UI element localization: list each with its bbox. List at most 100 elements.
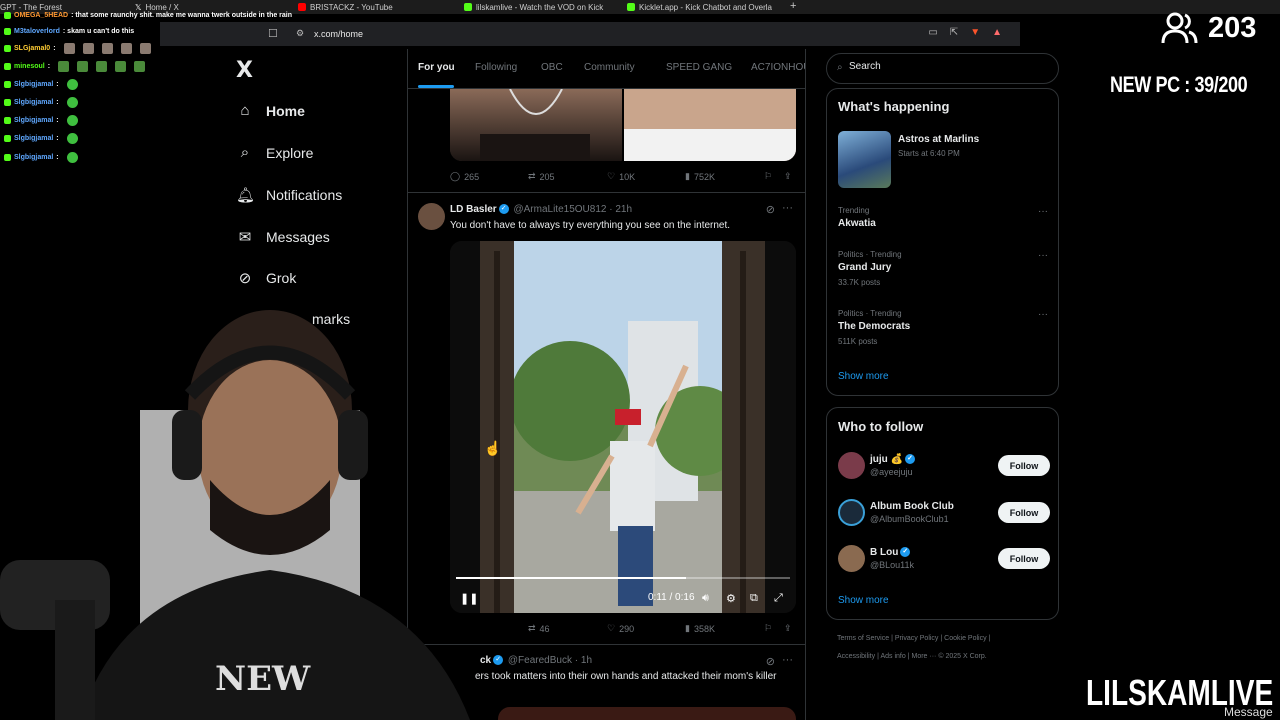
brave-shields-icon[interactable]: ▼ — [970, 27, 980, 38]
chat-username[interactable]: Slgbigjamal — [14, 117, 53, 124]
chat-message: OMEGA_5HEAD: that some raunchy shit. mak… — [4, 12, 292, 19]
avatar[interactable] — [838, 545, 865, 572]
reply-button[interactable]: ◯ 265 — [450, 171, 479, 182]
browser-tab-kick-vod[interactable]: lilskamlive - Watch the VOD on Kick — [464, 1, 614, 13]
fullscreen-icon[interactable]: ⤢ — [774, 592, 783, 605]
tab-speed-gang[interactable]: SPEED GANG — [666, 62, 732, 73]
chat-username[interactable]: Slgbigjamal — [14, 135, 53, 142]
follow-button[interactable]: Follow — [998, 502, 1050, 523]
ads-info-link[interactable]: Ads info — [880, 653, 905, 660]
video-progress-bar[interactable] — [456, 577, 790, 579]
share-icon[interactable]: ⇱ — [950, 27, 958, 38]
tab-following[interactable]: Following — [475, 62, 517, 73]
panel-title: Who to follow — [838, 419, 924, 434]
chat-badge-icon — [4, 117, 11, 124]
settings-icon[interactable]: ⚙ — [726, 592, 736, 605]
cookie-link[interactable]: Cookie Policy — [944, 635, 986, 642]
follow-suggestion[interactable]: juju 💰 ✓ @ayeejuju Follow — [838, 450, 1050, 482]
grok-analyze-icon[interactable]: ⊘ — [766, 655, 775, 668]
chat-text: : — [47, 63, 51, 70]
avatar[interactable] — [418, 203, 445, 230]
trend-item[interactable]: Trending Akwatia ··· — [838, 206, 1048, 229]
privacy-link[interactable]: Privacy Policy — [895, 635, 939, 642]
cast-icon[interactable]: ▭ — [928, 27, 937, 38]
chat-username[interactable]: Slgbigjamal — [14, 81, 53, 88]
show-more-link[interactable]: Show more — [838, 595, 889, 606]
tab-for-you[interactable]: For you — [418, 62, 455, 73]
chat-username[interactable]: Slgbigjamal — [14, 154, 53, 161]
chat-username[interactable]: SLGjamal0 — [14, 45, 50, 52]
volume-icon[interactable]: 🔊︎ — [702, 592, 709, 605]
follow-button[interactable]: Follow — [998, 548, 1050, 569]
author-handle[interactable]: @FearedBuck — [508, 655, 572, 666]
event-image[interactable] — [838, 131, 891, 188]
author-handle[interactable]: @ArmaLite15OU812 — [513, 204, 606, 215]
nav-messages[interactable]: ✉ Messages — [236, 228, 330, 246]
repost-button[interactable]: ⇄ 46 — [528, 623, 550, 634]
follow-button[interactable]: Follow — [998, 455, 1050, 476]
author-name[interactable]: LD Basler — [450, 204, 497, 215]
event-title[interactable]: Astros at Marlins — [898, 134, 979, 145]
tweet-media[interactable] — [498, 707, 796, 720]
bookmark-icon: ⚐ — [764, 623, 773, 633]
follow-suggestion[interactable]: Album Book Club @AlbumBookClub1 Follow — [838, 497, 1050, 529]
chat-username[interactable]: Slgbigjamal — [14, 99, 53, 106]
dot-separator: · — [574, 655, 579, 666]
bookmark-button[interactable]: ⚐ — [764, 623, 772, 634]
pip-icon[interactable]: ⧉ — [750, 592, 758, 605]
tweet-time[interactable]: 21h — [615, 204, 632, 215]
views-button[interactable]: ▮ 358K — [685, 623, 715, 634]
tab-ac7ionhou[interactable]: AC7IONHOU — [751, 62, 805, 73]
trend-item[interactable]: Politics · Trending Grand Jury 33.7K pos… — [838, 250, 1048, 287]
chat-username[interactable]: minesoul — [14, 63, 45, 70]
tweet-time[interactable]: 1h — [581, 655, 592, 666]
chat-badge-icon — [4, 63, 11, 70]
nav-grok[interactable]: ⊘ Grok — [236, 269, 297, 287]
bookmark-button[interactable]: ⚐ — [764, 171, 772, 182]
view-count: 358K — [693, 623, 715, 634]
chat-username[interactable]: OMEGA_5HEAD — [14, 12, 68, 19]
more-options-icon[interactable]: ··· — [1038, 250, 1048, 261]
tab-label: Kicklet.app - Kick Chatbot and Overla — [639, 2, 772, 12]
terms-link[interactable]: Terms of Service — [837, 635, 889, 642]
more-options-icon[interactable]: ··· — [1038, 206, 1048, 217]
rewards-icon[interactable]: ▲ — [992, 27, 1002, 38]
nav-notifications[interactable]: 🔔︎ Notifications — [236, 186, 342, 204]
tweet-media[interactable] — [450, 89, 796, 161]
tab-community[interactable]: Community — [584, 62, 635, 73]
like-button[interactable]: ♡ 290 — [607, 623, 634, 634]
author-name[interactable]: ck — [480, 655, 491, 666]
search-input[interactable] — [849, 61, 1049, 72]
grok-analyze-icon[interactable]: ⊘ — [766, 203, 775, 216]
more-link[interactable]: More ··· — [912, 653, 937, 660]
repost-icon: ⇄ — [528, 171, 536, 181]
new-tab-button[interactable]: + — [790, 0, 796, 12]
footer-links: Accessibility | Ads info | More ··· © 20… — [837, 653, 1057, 660]
repost-count: 205 — [539, 171, 555, 182]
share-button[interactable]: ⇪ — [784, 623, 792, 634]
feed-tabs: For you Following OBC Community SPEED GA… — [408, 49, 805, 89]
avatar[interactable] — [838, 499, 865, 526]
more-options-icon[interactable]: ··· — [782, 654, 793, 666]
avatar[interactable] — [838, 452, 865, 479]
nav-label: Messages — [266, 229, 330, 245]
like-button[interactable]: ♡ 10K — [607, 171, 635, 182]
trend-item[interactable]: Politics · Trending The Democrats 511K p… — [838, 309, 1048, 346]
viewers-icon — [1161, 12, 1198, 44]
tweet-header: LD Basler ✓ @ArmaLite15OU812 · 21h — [450, 204, 632, 215]
share-button[interactable]: ⇪ — [784, 171, 792, 182]
tab-obc[interactable]: OBC — [541, 62, 563, 73]
more-options-icon[interactable]: ··· — [782, 202, 793, 214]
footer-separator: | — [877, 653, 879, 660]
views-button[interactable]: ▮ 752K — [685, 171, 715, 182]
bell-icon: 🔔︎ — [236, 187, 256, 204]
video-player[interactable]: ❚❚ 0:11 / 0:16 🔊︎ ⚙ ⧉ ⤢ — [450, 241, 796, 613]
show-more-link[interactable]: Show more — [838, 371, 889, 382]
more-options-icon[interactable]: ··· — [1038, 309, 1048, 320]
chat-username[interactable]: M3taloverlord — [14, 28, 60, 35]
repost-button[interactable]: ⇄ 205 — [528, 171, 555, 182]
follow-suggestion[interactable]: B Lou ✓ @BLou11k Follow — [838, 543, 1050, 575]
browser-tab-kicklet[interactable]: Kicklet.app - Kick Chatbot and Overla — [627, 1, 777, 13]
accessibility-link[interactable]: Accessibility — [837, 653, 875, 660]
panel-title: What's happening — [838, 99, 950, 114]
